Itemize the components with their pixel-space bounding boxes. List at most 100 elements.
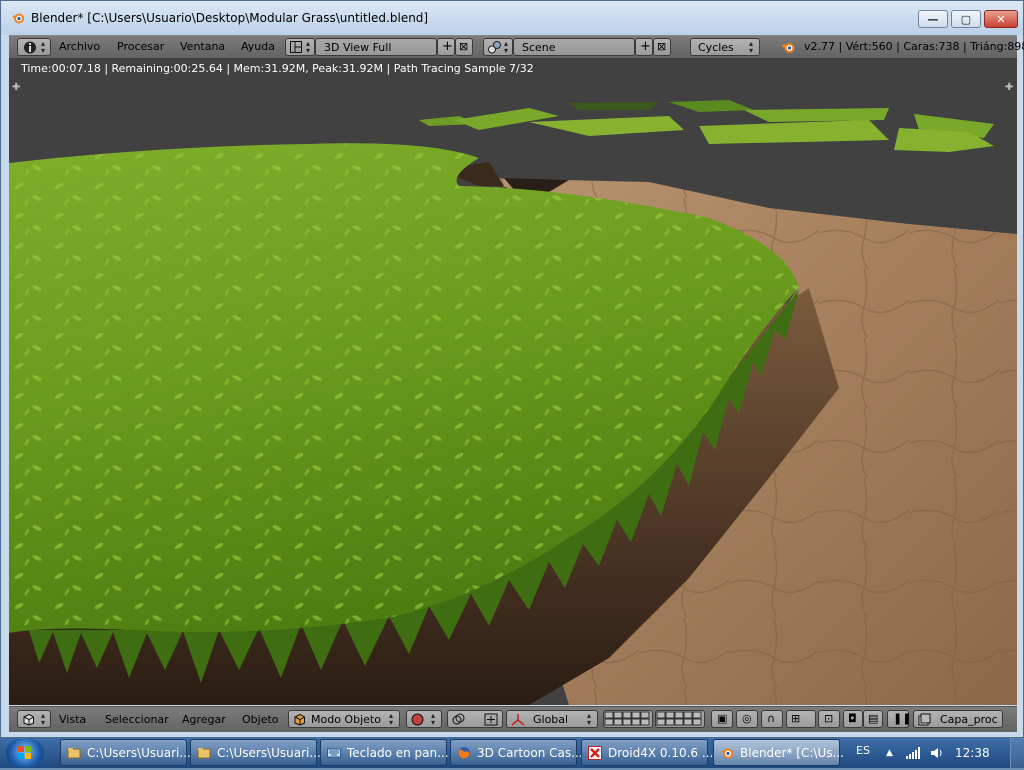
editor-type-button[interactable]: ▴ ▾ [17,38,51,56]
close-icon: ✕ [996,12,1006,26]
interaction-mode-dropdown[interactable]: Modo Objeto ▴ ▾ [288,710,400,728]
magnet-icon: ∩ [767,712,776,725]
blender-logo-icon [781,43,795,53]
language-indicator[interactable]: ES [856,744,870,757]
scene-layers-grid-1[interactable] [603,710,653,728]
firefox-icon [458,747,470,759]
pause-icon: ❚❚ [893,712,912,725]
network-signal-icon[interactable] [906,747,922,759]
viewport-shading-dropdown[interactable]: ▴ ▾ [406,710,442,728]
delete-screen-button[interactable]: ⊠ [455,38,473,56]
screen-layout-name: 3D View Full [324,41,392,54]
scene-name-field[interactable]: Scene [513,38,635,56]
render-animation-button[interactable]: ▤ [863,710,883,728]
transform-orientation-dropdown[interactable]: Global ▴ ▾ [506,710,598,728]
folder-icon [197,748,211,759]
taskbar-item-explorer-2[interactable]: C:\Users\Usuari... [190,739,321,766]
taskbar-item-droid4x[interactable]: Droid4X 0.10.6 ... [581,739,713,766]
render-layer-icon [918,713,931,726]
chevron-updown-icon: ▴ ▾ [431,711,436,727]
clapperboard-icon: ▤ [868,712,879,725]
taskbar-item-keyboard[interactable]: Teclado en pan... [320,739,449,766]
3d-view-header: ▴ ▾ Vista Seleccionar Agregar Objeto Modo… [9,706,1017,732]
render-layer-label: Capa_proc [940,713,998,726]
close-button[interactable]: ✕ [984,10,1018,28]
editor-type-button-3d[interactable]: ▴ ▾ [17,710,51,728]
menu-vista[interactable]: Vista [59,713,86,726]
menu-agregar[interactable]: Agregar [182,713,226,726]
taskbar-item-label: C:\Users\Usuari... [87,746,191,760]
chevron-updown-icon: ▴ ▾ [41,711,46,727]
region-toggle-left-icon[interactable]: ✚ [12,82,20,93]
delete-scene-button[interactable]: ⊠ [653,38,671,56]
snap-element-dropdown[interactable]: ⊞ [786,710,816,728]
snap-element-icon: ⊞ [791,712,801,725]
3d-viewport[interactable]: Time:00:07.18 | Remaining:00:25.64 | Mem… [9,58,1017,705]
axis-icon [511,714,525,726]
menu-ayuda[interactable]: Ayuda [241,40,275,53]
region-toggle-right-icon[interactable]: ✚ [1005,82,1013,93]
snap-button[interactable]: ∩ [761,710,783,728]
taskbar-item-blender[interactable]: Blender* [C:\Us... [713,739,844,766]
plus-icon: + [640,39,651,54]
clock[interactable]: 12:38 [955,746,990,760]
x-icon: ⊠ [459,40,469,53]
render-image-button[interactable]: ◘ [843,710,863,728]
lock-camera-button[interactable]: ▣ [711,710,733,728]
folder-icon [67,748,81,759]
screen-layout-selector[interactable]: ▴ ▾ [285,38,315,56]
chevron-updown-icon: ▴ ▾ [41,39,46,55]
proportional-edit-button[interactable]: ◎ [736,710,758,728]
render-layer-field[interactable]: Capa_proc [913,710,1003,728]
scene-statistics: v2.77 | Vért:560 | Caras:738 | Triáng:89… [804,40,1024,53]
add-screen-button[interactable]: + [437,38,455,56]
menu-archivo[interactable]: Archivo [59,40,100,53]
rendered-scene [9,58,1017,705]
minimize-icon: — [927,12,939,26]
info-header: ▴ ▾ Archivo Procesar Ventana Ayuda ▴ ▾ 3D … [9,35,1024,59]
taskbar-item-firefox[interactable]: 3D Cartoon Cas... [450,739,583,766]
show-desktop-button[interactable] [1010,738,1024,768]
chevron-updown-icon: ▴ ▾ [306,39,311,55]
start-button[interactable] [6,739,44,767]
cube-icon [294,713,305,726]
maximize-icon: ▢ [960,12,972,26]
pause-render-button[interactable]: ❚❚ [887,710,912,728]
pivot-icon [452,713,465,725]
interaction-mode-label: Modo Objeto [311,713,381,726]
snap-target-button[interactable]: ⊡ [818,710,840,728]
window-titlebar[interactable]: Blender* [C:\Users\Usuario\Desktop\Modul… [1,1,1023,35]
plus-icon: + [442,39,453,54]
screen-layout-name-field[interactable]: 3D View Full [315,38,437,56]
render-status-text: Time:00:07.18 | Remaining:00:25.64 | Mem… [21,62,534,75]
chevron-updown-icon: ▴ ▾ [504,39,509,55]
add-scene-button[interactable]: + [635,38,653,56]
volume-icon[interactable] [930,746,944,760]
droid4x-icon [588,746,602,760]
windows-logo-icon [18,746,31,759]
scene-icon [488,41,501,54]
transform-orientation-label: Global [533,713,569,726]
rendered-shading-icon [411,713,424,726]
scene-layers-grid-2[interactable] [655,710,705,728]
window-title: Blender* [C:\Users\Usuario\Desktop\Modul… [31,11,429,25]
maximize-button[interactable]: ▢ [951,10,981,28]
taskbar-item-label: Blender* [C:\Us... [740,746,844,760]
menu-ventana[interactable]: Ventana [180,40,225,53]
menu-seleccionar[interactable]: Seleccionar [105,713,169,726]
render-engine-dropdown[interactable]: Cycles ▴ ▾ [690,38,760,56]
menu-procesar[interactable]: Procesar [117,40,164,53]
menu-objeto[interactable]: Objeto [242,713,279,726]
scene-selector[interactable]: ▴ ▾ [483,38,513,56]
show-hidden-icons-icon[interactable]: ▲ [886,748,893,758]
x-icon: ⊠ [657,40,667,53]
taskbar: C:\Users\Usuari... C:\Users\Usuari... Te… [0,738,1024,768]
minimize-button[interactable]: — [918,10,948,28]
taskbar-item-explorer-1[interactable]: C:\Users\Usuari... [60,739,191,766]
pivot-point-dropdown[interactable] [447,710,503,728]
blender-icon [721,748,733,759]
taskbar-item-label: Droid4X 0.10.6 ... [608,746,714,760]
blender-window: Blender* [C:\Users\Usuario\Desktop\Modul… [0,0,1024,738]
scene-name: Scene [522,41,556,54]
lock-icon: ▣ [717,712,728,725]
